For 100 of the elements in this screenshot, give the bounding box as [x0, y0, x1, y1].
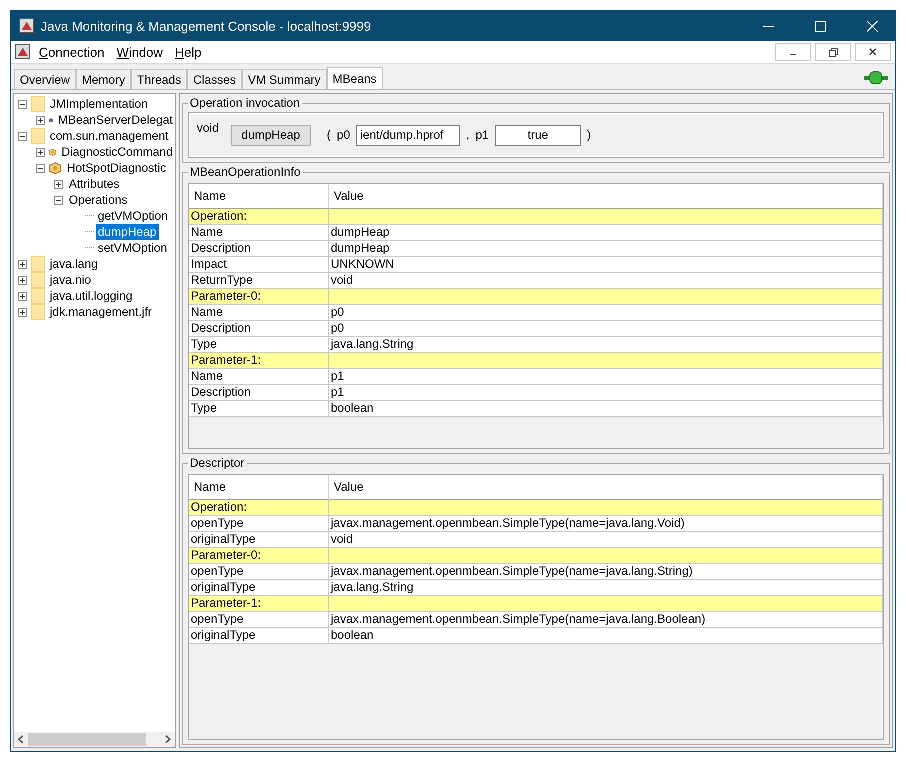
- tree-item[interactable]: java.util.logging: [48, 288, 135, 304]
- table-cell: p1: [329, 369, 883, 385]
- collapse-icon[interactable]: [54, 196, 63, 204]
- minimize-icon: [790, 54, 796, 56]
- table-cell: boolean: [329, 628, 883, 644]
- table-cell: java.lang.String: [329, 337, 883, 353]
- table-cell: boolean: [329, 401, 883, 417]
- collapse-icon[interactable]: [18, 100, 27, 108]
- expand-icon[interactable]: [18, 276, 27, 284]
- table-cell: Description: [189, 241, 329, 257]
- group-title: MBeanOperationInfo: [189, 165, 302, 179]
- table-cell: Description: [189, 385, 329, 401]
- table-cell: openType: [189, 612, 329, 628]
- connection-icon[interactable]: [864, 71, 888, 85]
- tree-item[interactable]: dumpHeap: [96, 224, 159, 240]
- collapse-icon[interactable]: [36, 164, 45, 172]
- app-icon: [19, 18, 35, 34]
- table-cell: openType: [189, 516, 329, 532]
- column-header[interactable]: Value: [329, 184, 883, 209]
- table-cell: Name: [189, 225, 329, 241]
- table-cell: javax.management.openmbean.SimpleType(name=java.lang.Void): [329, 516, 883, 532]
- column-header[interactable]: Value: [329, 475, 883, 500]
- menu-item[interactable]: Connection: [35, 44, 109, 60]
- tree-connector-icon: [85, 231, 95, 233]
- tab[interactable]: VM Summary: [242, 69, 327, 89]
- column-header[interactable]: Name: [189, 475, 329, 500]
- folder-icon: [31, 256, 45, 272]
- tab[interactable]: MBeans: [326, 67, 383, 89]
- table-cell: Operation:: [189, 209, 329, 225]
- tree-item[interactable]: java.lang: [48, 256, 100, 272]
- tree-item[interactable]: getVMOption: [96, 208, 170, 224]
- tree-item[interactable]: DiagnosticCommand: [60, 144, 175, 160]
- tree-item[interactable]: Operations: [67, 192, 130, 208]
- table-cell: Name: [189, 369, 329, 385]
- tree-item[interactable]: MBeanServerDelegat: [56, 112, 175, 128]
- table-cell: dumpHeap: [329, 225, 883, 241]
- tree-item[interactable]: HotSpotDiagnostic: [65, 160, 168, 176]
- table-cell: Name: [189, 305, 329, 321]
- maximize-icon: [814, 20, 826, 32]
- menu-item[interactable]: Help: [171, 44, 206, 60]
- table-cell: Parameter-0:: [189, 289, 329, 305]
- separator-text: ,: [466, 128, 470, 142]
- tree-item[interactable]: jdk.management.jfr: [48, 304, 154, 320]
- expand-icon[interactable]: [18, 308, 27, 316]
- tree-item[interactable]: java.nio: [48, 272, 94, 288]
- group-title: Descriptor: [189, 456, 246, 470]
- tree-item[interactable]: Attributes: [67, 176, 122, 192]
- tree-item[interactable]: JMImplementation: [48, 96, 150, 112]
- table-cell: javax.management.openmbean.SimpleType(name=java.lang.String): [329, 564, 883, 580]
- expand-icon[interactable]: [18, 292, 27, 300]
- group-title: Operation invocation: [189, 96, 302, 110]
- table-cell: javax.management.openmbean.SimpleType(name=java.lang.Boolean): [329, 612, 883, 628]
- table-cell: p0: [329, 321, 883, 337]
- param-label: p0: [337, 128, 350, 142]
- restore-button[interactable]: [815, 43, 851, 61]
- tree-connector-icon: [85, 215, 95, 217]
- table-cell: originalType: [189, 580, 329, 596]
- table-cell: Description: [189, 321, 329, 337]
- collapse-icon[interactable]: [18, 132, 27, 140]
- param-field[interactable]: ient/dump.hprof: [356, 124, 460, 146]
- app-icon: [15, 44, 31, 60]
- invoke-button[interactable]: dumpHeap: [231, 124, 312, 146]
- tab[interactable]: Overview: [14, 69, 76, 89]
- tab[interactable]: Classes: [187, 69, 242, 89]
- table-cell: void: [329, 273, 883, 289]
- close-icon: [866, 20, 878, 32]
- table-cell: originalType: [189, 532, 329, 548]
- tree-item[interactable]: com.sun.management: [48, 128, 171, 144]
- expand-icon[interactable]: [18, 260, 27, 268]
- table-cell: p0: [329, 305, 883, 321]
- folder-icon: [31, 96, 45, 112]
- param-field[interactable]: true: [495, 124, 582, 146]
- horizontal-scrollbar[interactable]: [14, 732, 175, 747]
- restore-icon: [828, 48, 838, 56]
- tree-item[interactable]: setVMOption: [96, 240, 170, 256]
- expand-icon[interactable]: [36, 116, 45, 124]
- tree-connector-icon: [85, 247, 95, 249]
- close-button[interactable]: [855, 43, 891, 61]
- tab[interactable]: Threads: [131, 69, 188, 89]
- param-label: p1: [476, 128, 490, 142]
- folder-icon: [31, 272, 45, 288]
- table-cell: Parameter-0:: [189, 548, 329, 564]
- table-cell: dumpHeap: [329, 241, 883, 257]
- folder-icon: [31, 288, 45, 304]
- table-cell: p1: [329, 385, 883, 401]
- table-cell: Parameter-1:: [189, 596, 329, 612]
- table-cell: openType: [189, 564, 329, 580]
- table-cell: ReturnType: [189, 273, 329, 289]
- table-cell: Operation:: [189, 500, 329, 516]
- expand-icon[interactable]: [54, 180, 63, 188]
- table-cell: void: [329, 532, 883, 548]
- table-cell: originalType: [189, 628, 329, 644]
- folder-icon: [31, 128, 45, 144]
- expand-icon[interactable]: [36, 148, 45, 156]
- menu-item[interactable]: Window: [112, 44, 168, 60]
- table-cell: java.lang.String: [329, 580, 883, 596]
- column-header[interactable]: Name: [189, 184, 329, 209]
- tab[interactable]: Memory: [76, 69, 132, 89]
- close-icon: [869, 48, 877, 56]
- paren-text: ): [587, 128, 592, 142]
